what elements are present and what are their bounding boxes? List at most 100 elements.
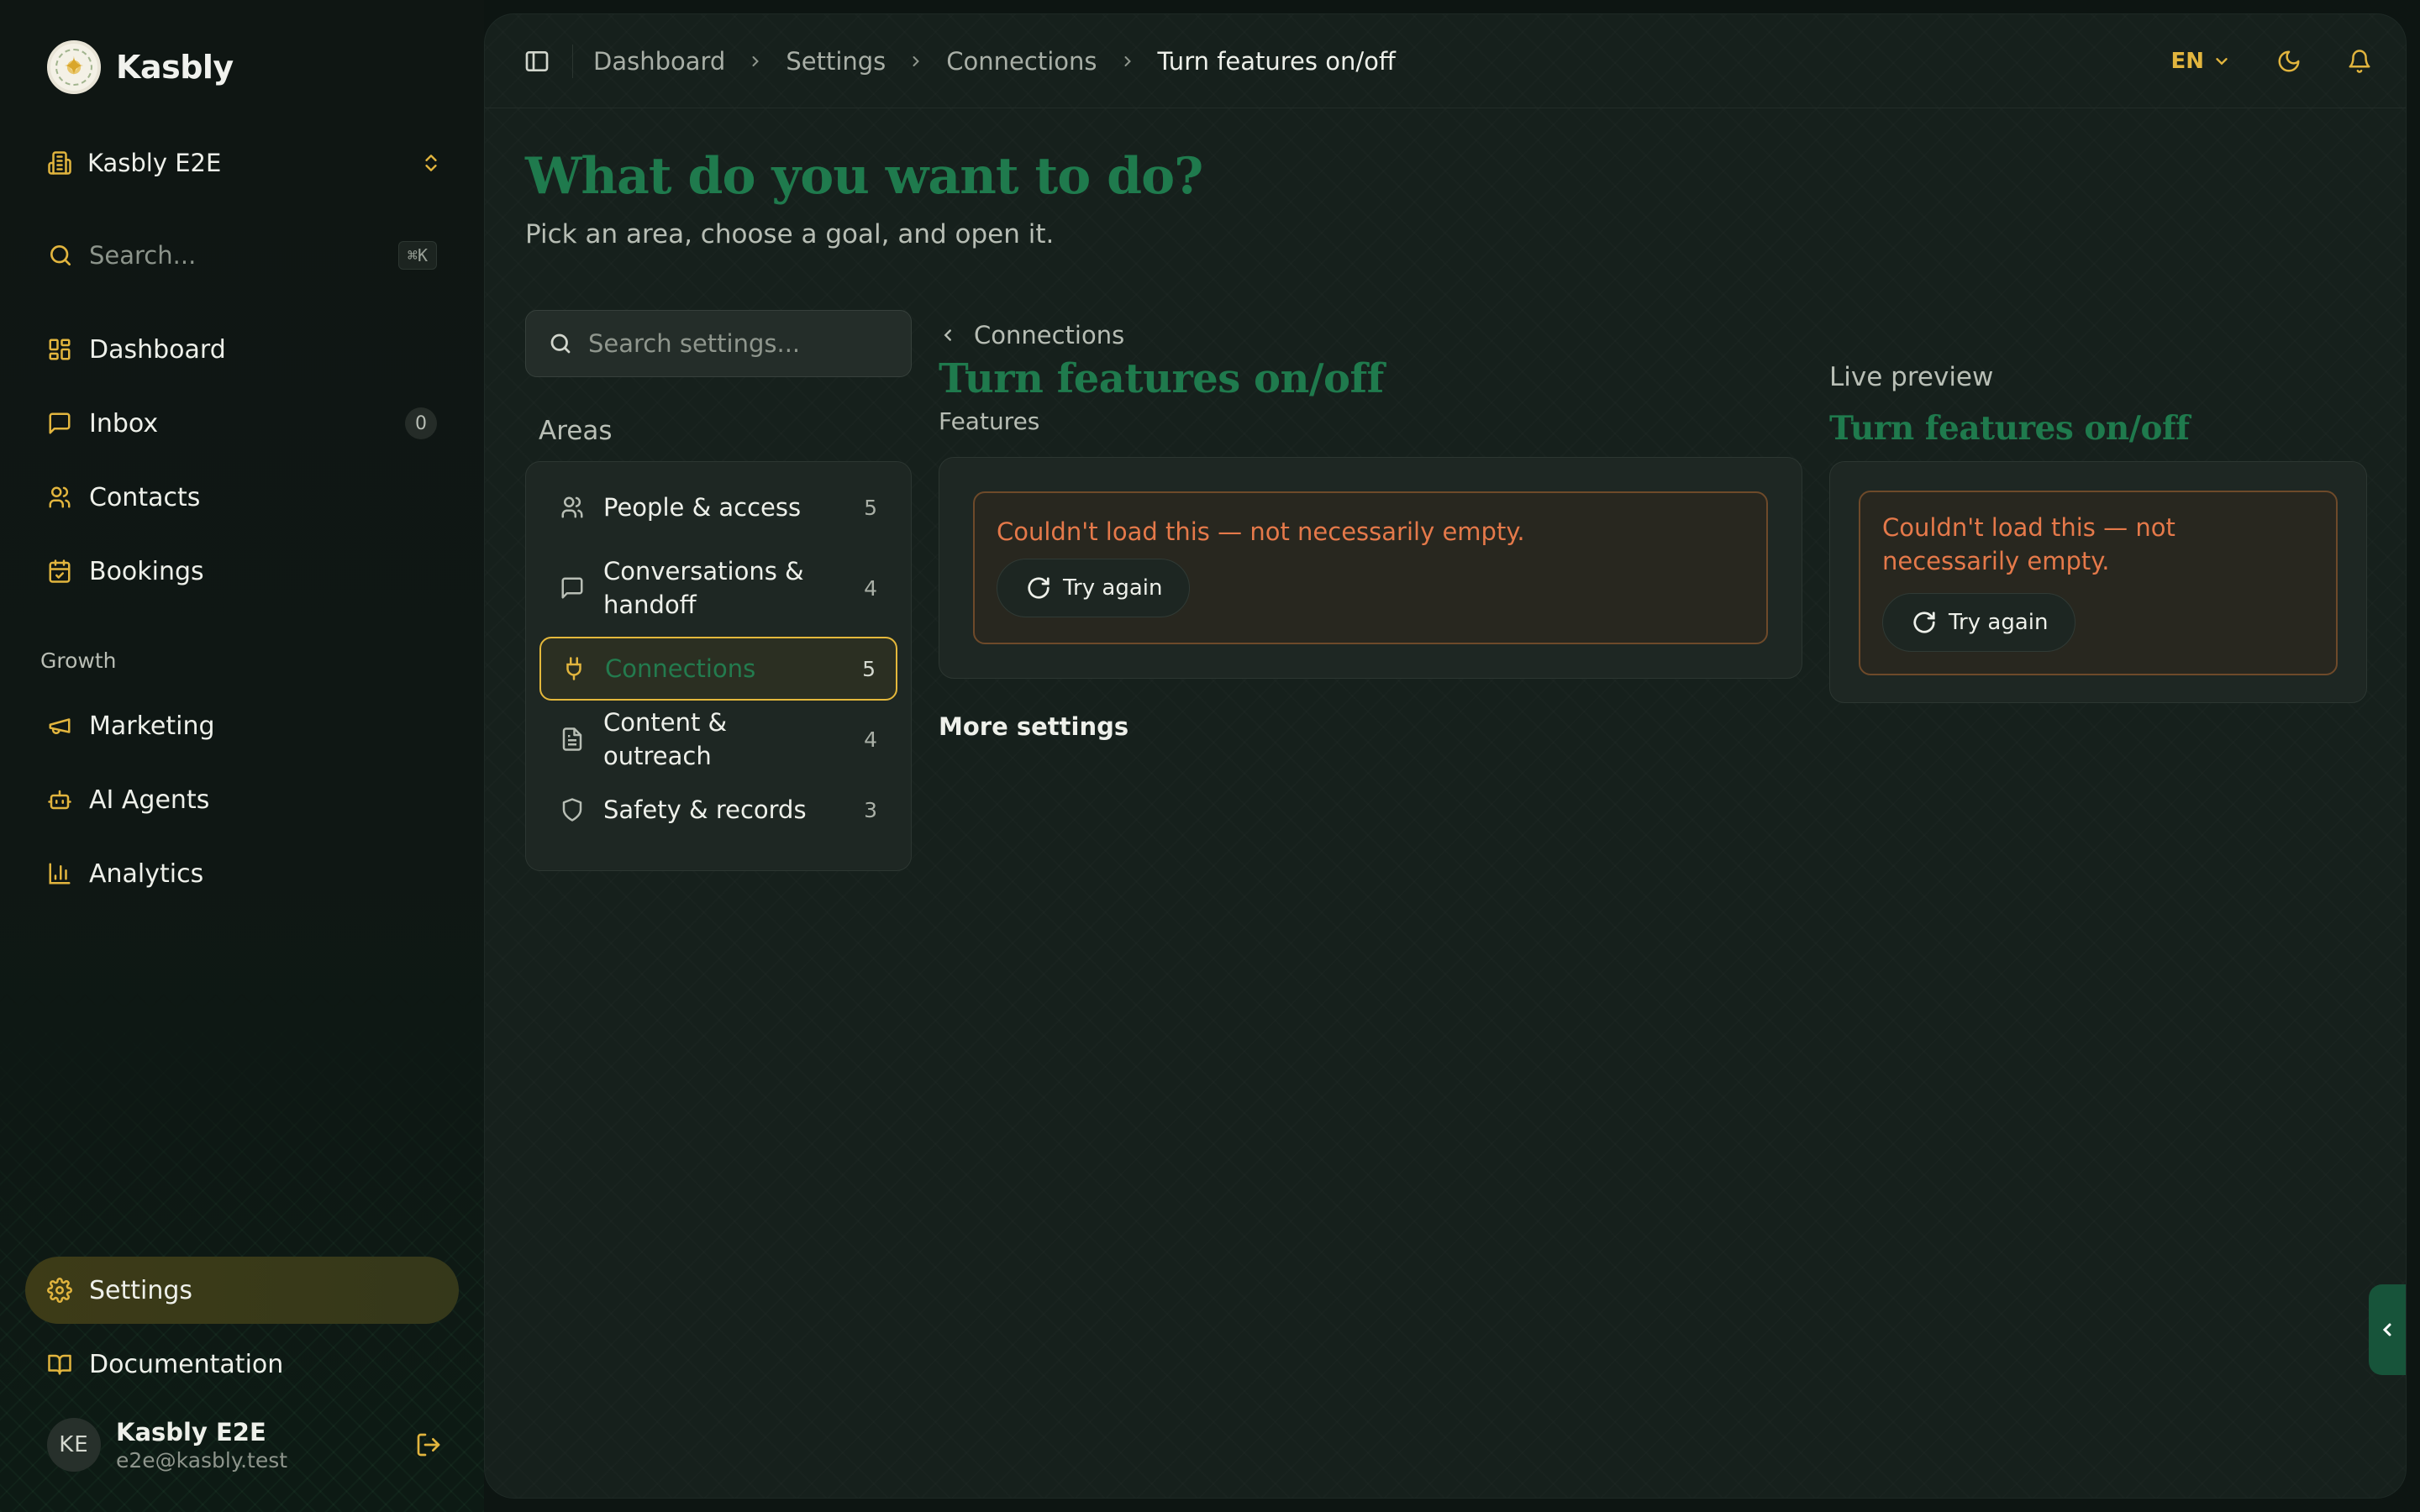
people-icon <box>560 495 585 520</box>
sidebar: ✦ Kasbly Kasbly E2E Search... ⌘K Dashboa… <box>0 0 484 1512</box>
inbox-count-badge: 0 <box>405 407 437 439</box>
language-select[interactable]: EN <box>2170 49 2231 74</box>
chevron-left-icon <box>2377 1320 2397 1340</box>
app-logo[interactable]: ✦ Kasbly <box>47 40 234 94</box>
search-shortcut: ⌘K <box>397 241 437 270</box>
document-icon <box>560 727 585 752</box>
nav-item-contacts[interactable]: Contacts <box>25 464 459 531</box>
page-subtitle: Pick an area, choose a goal, and open it… <box>525 219 1055 249</box>
chat-icon <box>560 575 585 601</box>
megaphone-icon <box>47 713 72 738</box>
area-count: 3 <box>864 797 877 822</box>
bot-icon <box>47 787 72 812</box>
page-title: What do you want to do? <box>525 147 1203 206</box>
bottom-nav: Settings Documentation <box>25 1257 459 1398</box>
preview-try-again-button[interactable]: Try again <box>1882 593 2076 652</box>
chevron-down-icon <box>2212 52 2231 71</box>
nav-label: Dashboard <box>89 334 226 365</box>
area-label: Content & outreach <box>603 708 728 770</box>
nav-label: Documentation <box>89 1349 284 1379</box>
sidebar-toggle-icon[interactable] <box>523 48 550 75</box>
main-panel: Dashboard Settings Connections Turn feat… <box>484 13 2407 1499</box>
bell-icon[interactable] <box>2347 49 2372 74</box>
workspace-name: Kasbly E2E <box>87 149 222 177</box>
preview-collapse-tab[interactable] <box>2369 1284 2406 1375</box>
refresh-icon <box>1026 575 1051 601</box>
nav-item-marketing[interactable]: Marketing <box>25 692 459 759</box>
user-profile[interactable]: KE Kasbly E2E e2e@kasbly.test <box>47 1415 442 1475</box>
nav-item-documentation[interactable]: Documentation <box>25 1331 459 1398</box>
calendar-icon <box>47 559 72 584</box>
chart-icon <box>47 861 72 886</box>
user-name: Kasbly E2E <box>116 1417 266 1446</box>
area-item-people-access[interactable]: People & access 5 <box>539 475 897 539</box>
shield-icon <box>560 797 585 822</box>
inbox-icon <box>47 411 72 436</box>
growth-nav: Marketing AI Agents Analytics <box>25 692 459 907</box>
book-icon <box>47 1352 72 1377</box>
nav-item-ai-agents[interactable]: AI Agents <box>25 766 459 833</box>
settings-search-placeholder: Search settings... <box>588 329 801 358</box>
area-count: 4 <box>864 727 877 752</box>
nav-item-analytics[interactable]: Analytics <box>25 840 459 907</box>
settings-search-input[interactable]: Search settings... <box>525 310 912 377</box>
refresh-icon <box>1912 610 1937 635</box>
breadcrumb-current: Turn features on/off <box>1157 46 1396 76</box>
nav-label: Analytics <box>89 858 204 889</box>
logout-icon[interactable] <box>415 1431 442 1458</box>
try-again-label: Try again <box>1063 575 1163 601</box>
nav-label: Bookings <box>89 556 204 586</box>
nav-label: Marketing <box>89 711 215 741</box>
moon-icon[interactable] <box>2276 49 2302 74</box>
user-email: e2e@kasbly.test <box>116 1447 288 1473</box>
more-settings-link[interactable]: More settings <box>939 712 1802 741</box>
avatar: KE <box>47 1418 101 1472</box>
search-placeholder: Search... <box>89 241 197 270</box>
language-value: EN <box>2170 49 2204 74</box>
breadcrumb-connections[interactable]: Connections <box>946 47 1097 76</box>
nav-label: Contacts <box>89 482 201 512</box>
area-count: 5 <box>862 656 876 681</box>
chevrons-up-down-icon <box>420 152 442 174</box>
chevron-right-icon <box>1119 53 1136 70</box>
nav-item-inbox[interactable]: Inbox 0 <box>25 390 459 457</box>
nav-item-settings[interactable]: Settings <box>25 1257 459 1324</box>
breadcrumb-dashboard[interactable]: Dashboard <box>593 47 725 76</box>
detail-panel: Connections Turn features on/off Feature… <box>939 317 1802 741</box>
building-icon <box>47 150 72 176</box>
dashboard-icon <box>47 337 72 362</box>
detail-subtitle: Features <box>939 407 1040 435</box>
nav-label: Settings <box>89 1275 193 1305</box>
back-link[interactable]: Connections <box>939 317 1802 354</box>
back-link-label: Connections <box>974 321 1125 349</box>
areas-list: People & access 5 Conversations & handof… <box>525 461 912 871</box>
contacts-icon <box>47 485 72 510</box>
area-item-connections[interactable]: Connections 5 <box>539 637 897 701</box>
gear-icon <box>47 1278 72 1303</box>
search-icon <box>47 242 74 269</box>
breadcrumb-settings[interactable]: Settings <box>786 47 886 76</box>
workspace-switcher[interactable]: Kasbly E2E <box>47 141 442 185</box>
global-search[interactable]: Search... ⌘K <box>47 234 437 277</box>
area-item-safety-records[interactable]: Safety & records 3 <box>539 778 897 842</box>
chevron-left-icon <box>939 326 957 344</box>
area-item-content-outreach[interactable]: Content & outreach 4 <box>539 707 897 771</box>
area-label: Conversations & handoff <box>603 557 804 619</box>
topbar-divider <box>572 44 573 78</box>
try-again-button[interactable]: Try again <box>997 559 1191 617</box>
error-box: Couldn't load this — not necessarily emp… <box>973 491 1768 644</box>
app-name: Kasbly <box>116 49 234 86</box>
area-count: 5 <box>864 495 877 520</box>
live-preview-title: Turn features on/off <box>1829 409 2190 448</box>
error-message: Couldn't load this — not necessarily emp… <box>997 517 1525 546</box>
features-card: Couldn't load this — not necessarily emp… <box>939 457 1802 679</box>
main-nav: Dashboard Inbox 0 Contacts Bookings <box>25 316 459 605</box>
areas-label: Areas <box>539 416 613 446</box>
nav-label: Inbox <box>89 408 159 438</box>
area-item-conversations-handoff[interactable]: Conversations & handoff 4 <box>539 546 897 630</box>
nav-item-bookings[interactable]: Bookings <box>25 538 459 605</box>
preview-try-again-label: Try again <box>1949 610 2049 635</box>
detail-title: Turn features on/off <box>939 355 1384 402</box>
nav-item-dashboard[interactable]: Dashboard <box>25 316 459 383</box>
area-label: People & access <box>603 493 802 522</box>
